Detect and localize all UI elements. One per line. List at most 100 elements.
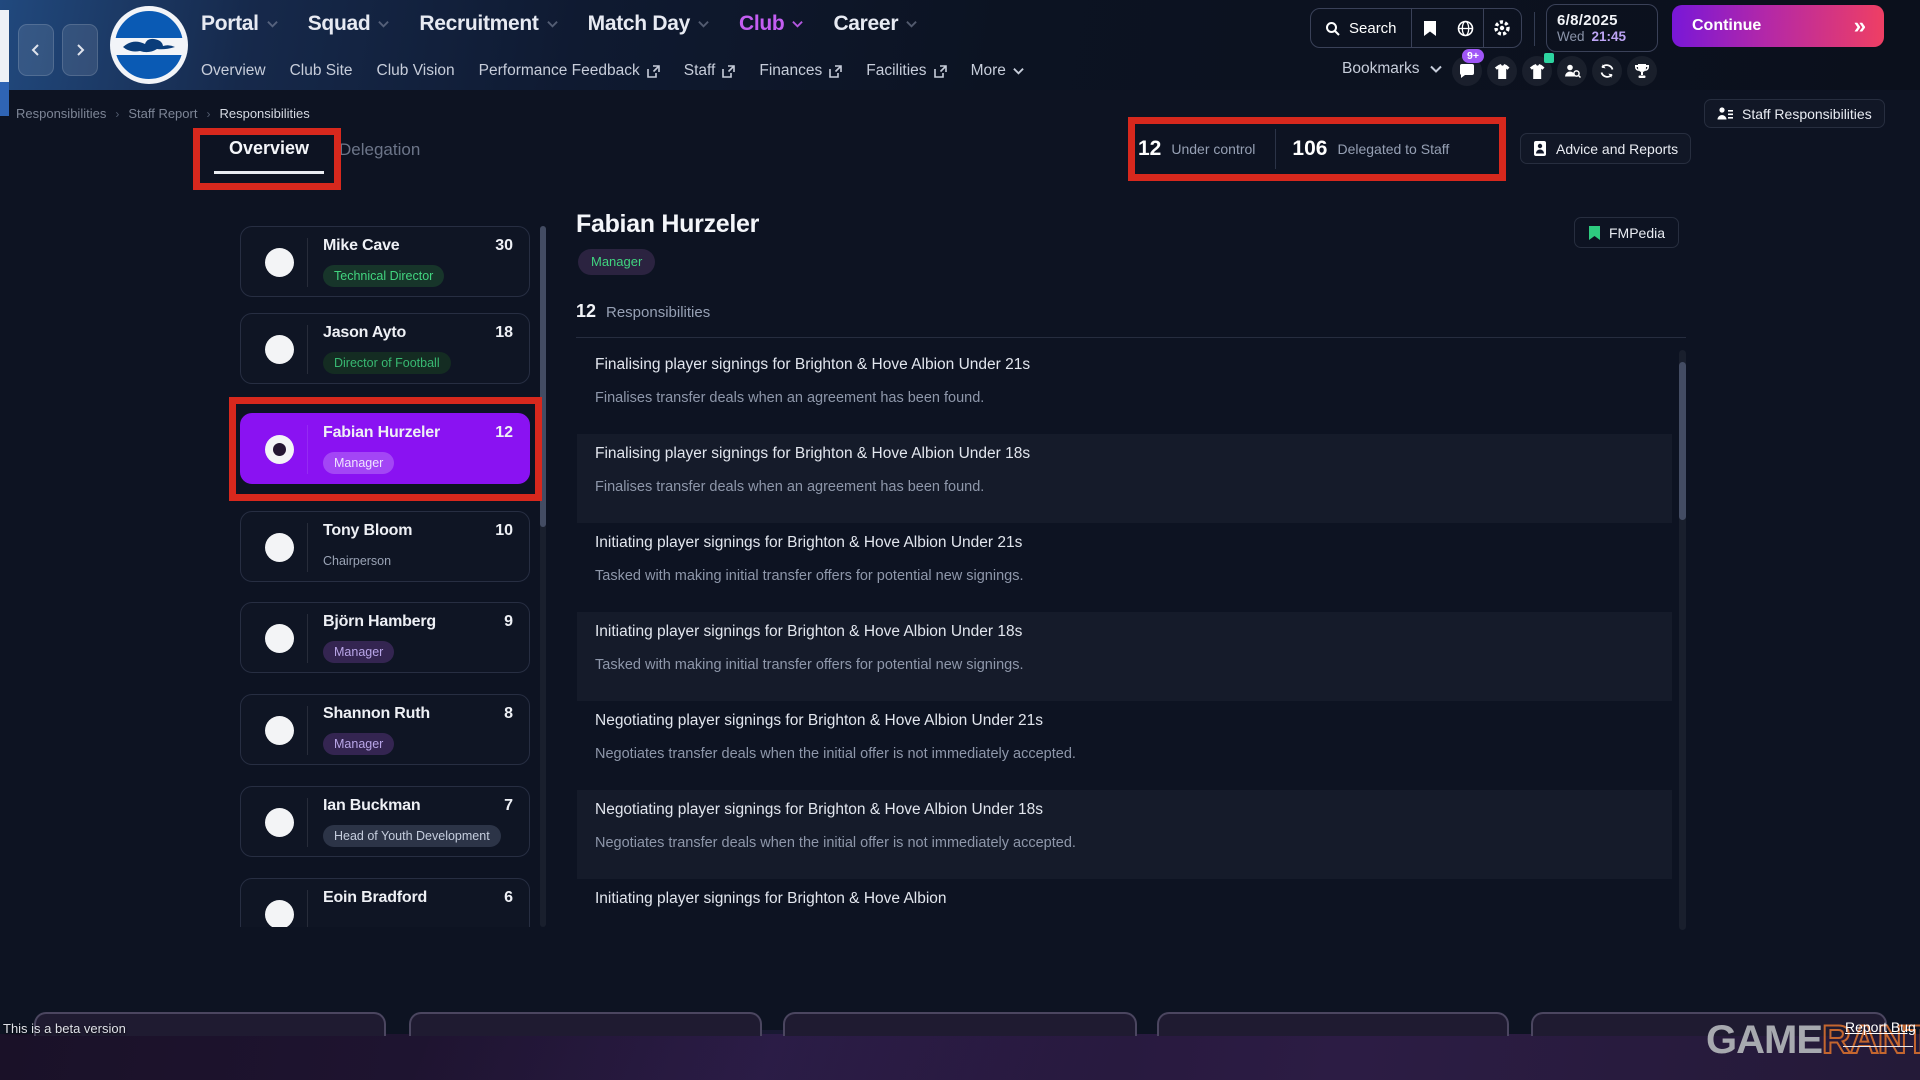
report-bug-button[interactable]: Report Bug	[1845, 1019, 1916, 1035]
main-nav: Portal Squad Recruitment Match Day Club Caree…	[201, 12, 917, 36]
shirt-button[interactable]	[1487, 56, 1517, 86]
game-date-box: 6/8/2025 Wed 21:45	[1546, 4, 1658, 52]
shirt-icon	[1494, 64, 1511, 79]
responsibility-title: Initiating player signings for Brighton …	[595, 890, 947, 908]
double-chevron-icon: »	[1854, 13, 1864, 39]
trophy-button[interactable]	[1627, 56, 1657, 86]
subnav-item-facilities[interactable]: Facilities	[866, 62, 946, 80]
breadcrumb-separator: ›	[206, 107, 210, 121]
staff-name: Tony Bloom	[323, 522, 412, 540]
staff-responsibilities-button[interactable]: Staff Responsibilities	[1704, 99, 1885, 128]
responsibility-count: 9	[504, 613, 513, 631]
divider	[307, 890, 308, 927]
game-day: Wed	[1557, 29, 1585, 44]
globe-icon	[1457, 20, 1474, 37]
role-badge: Manager	[323, 733, 394, 755]
responsibility-title: Initiating player signings for Brighton …	[595, 534, 1022, 552]
game-date: 6/8/2025	[1557, 12, 1647, 29]
subnav-item-club-vision[interactable]: Club Vision	[377, 62, 455, 80]
tab-delegation[interactable]: Delegation	[339, 140, 420, 160]
responsibilities-count: 12	[576, 301, 596, 322]
bookmarks-label: Bookmarks	[1342, 60, 1420, 78]
subnav-item-more[interactable]: More	[971, 62, 1024, 80]
staff-list-item-ian-buckman[interactable]: Ian Buckman7Head of Youth Development	[240, 786, 530, 857]
nav-menu-portal[interactable]: Portal	[201, 12, 278, 36]
chevron-down-icon	[792, 20, 803, 28]
breadcrumb-item-responsibilities[interactable]: Responsibilities	[16, 106, 106, 121]
shirt-check-button[interactable]	[1522, 56, 1552, 86]
sync-button[interactable]	[1592, 56, 1622, 86]
scout-icon	[1564, 63, 1581, 79]
responsibility-description: Negotiates transfer deals when the initi…	[595, 746, 1076, 762]
chevron-left-icon	[30, 44, 42, 56]
nav-menu-label: Match Day	[588, 12, 690, 36]
staff-list-item-mike-cave[interactable]: Mike Cave30Technical Director	[240, 226, 530, 297]
bookmark-toolbar-button[interactable]	[1411, 9, 1448, 47]
world-button[interactable]	[1449, 9, 1483, 47]
staff-list-item-jason-ayto[interactable]: Jason Ayto18Director of Football	[240, 313, 530, 384]
subnav-item-staff[interactable]: Staff	[684, 62, 736, 80]
fmpedia-button[interactable]: FMPedia	[1574, 217, 1679, 248]
role-badge: Manager	[323, 452, 394, 474]
brighton-club-crest-logo[interactable]	[109, 5, 189, 85]
chat-button[interactable]: 9+	[1452, 56, 1482, 86]
tab-overview[interactable]: Overview	[229, 138, 309, 159]
staff-list-scrollbar[interactable]	[540, 226, 546, 927]
radio-button[interactable]	[265, 435, 294, 464]
responsibility-stats: 12 Under control 106 Delegated to Staff	[1138, 126, 1496, 172]
responsibility-count: 6	[504, 889, 513, 907]
radio-button[interactable]	[265, 808, 294, 837]
scrollbar-thumb[interactable]	[1679, 362, 1686, 520]
nav-menu-club[interactable]: Club	[739, 12, 803, 36]
radio-button[interactable]	[265, 900, 294, 927]
responsibility-count: 10	[495, 522, 513, 540]
chevron-down-icon	[547, 20, 558, 28]
nav-menu-label: Recruitment	[419, 12, 538, 36]
staff-list-item-tony-bloom[interactable]: Tony Bloom 10 Chairperson	[240, 511, 530, 582]
continue-label: Continue	[1692, 17, 1761, 35]
radio-button[interactable]	[265, 624, 294, 653]
responsibility-description: Negotiates transfer deals when the initi…	[595, 835, 1076, 851]
radio-button[interactable]	[265, 335, 294, 364]
role-badge: Chairperson	[323, 550, 391, 572]
nav-menu-match-day[interactable]: Match Day	[588, 12, 709, 36]
breadcrumb-item-staff-report[interactable]: Staff Report	[128, 106, 197, 121]
subnav-label: Club Site	[290, 62, 353, 80]
responsibility-description: Finalises transfer deals when an agreeme…	[595, 390, 984, 406]
scrollbar-thumb[interactable]	[540, 226, 546, 527]
radio-button[interactable]	[265, 248, 294, 277]
subnav-item-overview[interactable]: Overview	[201, 62, 266, 80]
game-time: 21:45	[1592, 29, 1627, 44]
subnav-item-club-site[interactable]: Club Site	[290, 62, 353, 80]
fm25-staff-responsibilities-screen: Portal Squad Recruitment Match Day Club Caree…	[0, 0, 1920, 1080]
bookmarks-dropdown[interactable]: Bookmarks	[1342, 60, 1442, 78]
subnav-label: Finances	[759, 62, 822, 80]
responsibilities-scrollbar[interactable]	[1679, 350, 1686, 930]
nav-menu-label: Portal	[201, 12, 259, 36]
search-button[interactable]: Search	[1311, 9, 1411, 47]
staff-name: Fabian Hurzeler	[323, 424, 440, 442]
settings-button[interactable]	[1484, 9, 1521, 47]
staff-list-item-eoin-bradford[interactable]: Eoin Bradford6	[240, 878, 530, 927]
back-button[interactable]	[18, 24, 54, 76]
nav-menu-squad[interactable]: Squad	[308, 12, 390, 36]
trophy-icon	[1634, 63, 1650, 79]
subnav-item-performance-feedback[interactable]: Performance Feedback	[479, 62, 660, 80]
nav-menu-recruitment[interactable]: Recruitment	[419, 12, 557, 36]
forward-button[interactable]	[62, 24, 98, 76]
continue-button[interactable]: Continue »	[1672, 5, 1884, 47]
responsibility-title: Negotiating player signings for Brighton…	[595, 712, 1043, 730]
staff-list-item-bj-rn-hamberg[interactable]: Björn Hamberg9Manager	[240, 602, 530, 673]
subnav-item-finances[interactable]: Finances	[759, 62, 842, 80]
divider	[307, 523, 308, 572]
divider	[307, 798, 308, 847]
advice-and-reports-button[interactable]: Advice and Reports	[1520, 133, 1691, 164]
notification-badge: 9+	[1462, 49, 1484, 63]
responsibility-row: Negotiating player signings for Brighton…	[577, 790, 1672, 879]
nav-menu-career[interactable]: Career	[833, 12, 917, 36]
radio-button[interactable]	[265, 533, 294, 562]
staff-list-item-fabian-hurzeler[interactable]: Fabian Hurzeler12Manager	[240, 413, 530, 484]
radio-button[interactable]	[265, 716, 294, 745]
scout-button[interactable]	[1557, 56, 1587, 86]
staff-list-item-shannon-ruth[interactable]: Shannon Ruth8Manager	[240, 694, 530, 765]
